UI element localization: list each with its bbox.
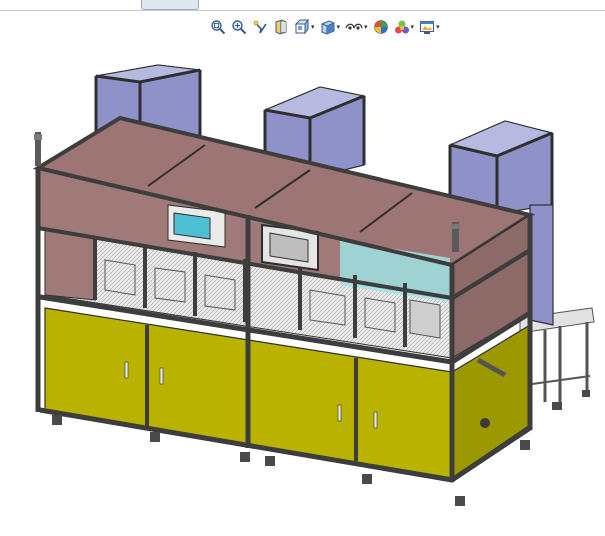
view-orientation-icon (294, 19, 309, 35)
apply-scene-dropdown-icon[interactable]: ▾ (411, 23, 415, 31)
hide-show-items-icon (345, 23, 363, 30)
document-tab-strip (0, 0, 605, 11)
edit-appearance-button[interactable] (371, 16, 391, 38)
hide-show-items-dropdown-icon[interactable]: ▾ (364, 23, 368, 31)
view-settings-dropdown-icon[interactable]: ▾ (436, 23, 440, 31)
view-orientation-dropdown-icon[interactable]: ▾ (311, 23, 315, 31)
zoom-to-area-button[interactable] (229, 16, 249, 38)
signal-tower-right (451, 222, 460, 252)
graphics-area-3d-model[interactable] (0, 40, 605, 536)
section-view-icon (275, 19, 287, 35)
right-bin-support (529, 204, 554, 326)
view-settings-button[interactable]: ▾ (417, 16, 442, 38)
document-tab[interactable] (141, 0, 199, 10)
zoom-to-area-icon (232, 20, 247, 35)
signal-tower-left (34, 132, 42, 166)
edit-appearance-icon (373, 20, 388, 34)
apply-scene-icon (394, 20, 409, 34)
display-style-button[interactable]: ▾ (318, 16, 343, 38)
previous-view-button[interactable] (250, 16, 270, 38)
display-style-dropdown-icon[interactable]: ▾ (337, 23, 341, 31)
view-settings-icon (420, 21, 435, 34)
zoom-to-fit-button[interactable] (208, 16, 228, 38)
apply-scene-button[interactable]: ▾ (392, 16, 417, 38)
heads-up-view-toolbar: ▾ ▾ ▾ ▾ ▾ (208, 15, 442, 39)
view-orientation-button[interactable]: ▾ (292, 16, 317, 38)
display-style-icon (321, 20, 335, 35)
zoom-to-fit-icon (211, 20, 226, 35)
hide-show-items-button[interactable]: ▾ (343, 16, 370, 38)
previous-view-icon (253, 20, 267, 34)
section-view-button[interactable] (271, 16, 291, 38)
